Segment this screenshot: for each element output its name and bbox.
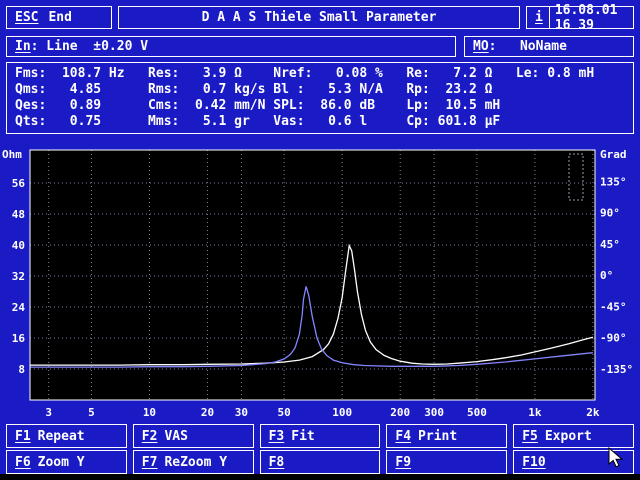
info-datetime-box: i 16.08.01 16 39 (526, 3, 634, 33)
fkey-row-1: F1 Repeat F2 VAS F3 Fit F4 Print F5 Export (6, 424, 634, 448)
y2-tick-label: -45° (600, 300, 627, 313)
y-axis-label: Ohm (2, 148, 22, 161)
model-name-box[interactable]: MO: NoName (464, 36, 634, 57)
impedance-chart[interactable]: 3 5 10 20 30 50 100 200 300 500 1k 2k 8 16 24 32 40 48 56 1… (0, 140, 640, 422)
y-tick-label: 16 (12, 332, 26, 345)
window-title-bar: D A A S Thiele Small Parameter (118, 6, 520, 29)
y2-tick-label: -90° (600, 332, 627, 345)
f6-zoom-y-button[interactable]: F6 Zoom Y (6, 450, 127, 474)
y2-tick-label: 0° (600, 269, 613, 282)
x-tick-label: 300 (424, 406, 444, 419)
y-tick-label: 24 (12, 301, 26, 314)
x-tick-label: 3 (45, 406, 52, 419)
x-tick-label: 30 (235, 406, 248, 419)
input-channel-key: In (15, 39, 31, 54)
x-tick-label: 100 (332, 406, 352, 419)
plot-area[interactable] (30, 150, 595, 400)
x-tick-label: 20 (201, 406, 214, 419)
f5-export-button[interactable]: F5 Export (513, 424, 634, 448)
x-tick-label: 200 (390, 406, 410, 419)
f1-repeat-button[interactable]: F1 Repeat (6, 424, 127, 448)
f3-fit-button[interactable]: F3 Fit (259, 424, 381, 448)
y2-tick-label: 135° (600, 175, 627, 188)
model-name-value: : NoName (488, 39, 567, 54)
x-tick-label: 2k (586, 406, 600, 419)
param-row: Qms: 4.85 Rms: 0.7 kg/s Bl : 5.3 N/A Rp:… (15, 82, 493, 97)
y-tick-label: 48 (12, 208, 25, 221)
x-tick-label: 1k (528, 406, 542, 419)
param-row: Qts: 0.75 Mms: 5.1 gr Vas: 0.6 l Cp: 601… (15, 114, 501, 129)
x-tick-label: 500 (467, 406, 487, 419)
esc-key-label: ESC (15, 10, 39, 25)
f4-print-button[interactable]: F4 Print (386, 424, 508, 448)
page-title: D A A S Thiele Small Parameter (201, 10, 437, 25)
datetime-label: 16.08.01 16 39 (554, 2, 618, 33)
model-key: MO (473, 39, 489, 54)
info-icon[interactable]: i (532, 7, 550, 28)
y-tick-label: 32 (12, 270, 25, 283)
y2-tick-label: 45° (600, 238, 620, 251)
y2-tick-label: 90° (600, 207, 620, 220)
input-channel-value: : Line ±0.20 V (30, 39, 149, 54)
f2-vas-button[interactable]: F2 VAS (132, 424, 254, 448)
x-tick-label: 5 (88, 406, 95, 419)
x-tick-label: 50 (278, 406, 291, 419)
f7-rezoom-y-button[interactable]: F7 ReZoom Y (132, 450, 254, 474)
param-row: Qes: 0.89 Cms: 0.42 mm/N SPL: 86.0 dB Lp… (15, 98, 501, 113)
fkey-row-2: F6 Zoom Y F7 ReZoom Y F8 F9 F10 (6, 450, 634, 474)
y-tick-label: 40 (12, 239, 25, 252)
y2-tick-label: -135° (600, 363, 633, 376)
f9-button[interactable]: F9 (386, 450, 508, 474)
x-tick-label: 10 (143, 406, 156, 419)
input-channel-box[interactable]: In: Line ±0.20 V (6, 36, 456, 57)
mouse-cursor (608, 447, 624, 468)
esc-action-label: End (48, 10, 72, 25)
y-tick-label: 56 (12, 177, 26, 190)
parameter-panel: Fms: 108.7 Hz Res: 3.9 Ω Nref: 0.08 % Re… (6, 62, 634, 134)
param-row: Fms: 108.7 Hz Res: 3.9 Ω Nref: 0.08 % Re… (15, 66, 595, 81)
y-tick-label: 8 (18, 363, 25, 376)
bottom-black-strip (0, 474, 640, 480)
esc-end-button[interactable]: ESC End (6, 6, 112, 29)
f8-button[interactable]: F8 (259, 450, 381, 474)
y2-axis-label: Grad (600, 148, 627, 161)
